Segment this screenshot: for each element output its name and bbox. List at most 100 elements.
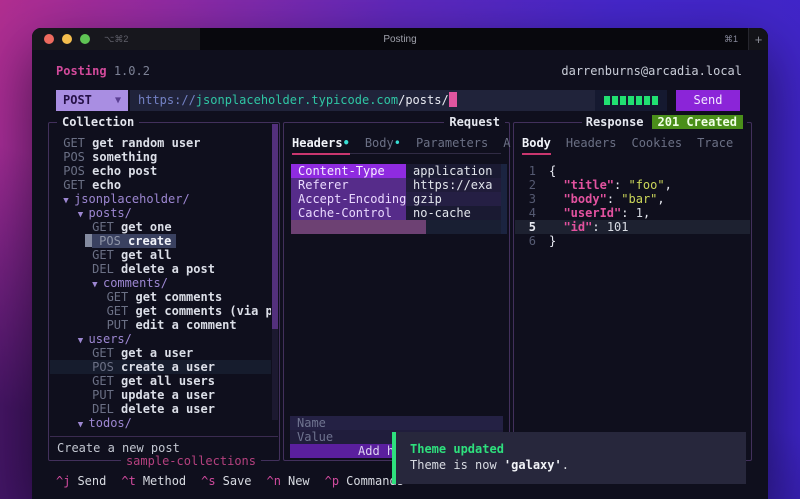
tree-item[interactable]: GET get all <box>50 248 271 262</box>
request-description: Create a new post <box>57 441 180 455</box>
main-panels: Collection GET get random user POS somet… <box>48 122 752 461</box>
activity-block <box>628 96 634 105</box>
line-number: 4 <box>522 206 536 220</box>
line-number: 6 <box>522 234 536 248</box>
tree-item[interactable]: GET get a user <box>50 346 271 360</box>
response-panel: Response 201 Created BodyHeadersCookiesT… <box>513 122 752 461</box>
activity-block <box>620 96 626 105</box>
tree-item[interactable]: POS something <box>50 150 271 164</box>
tree-folder[interactable]: ▼ comments/ <box>50 276 271 290</box>
response-tab-headers[interactable]: Headers <box>566 136 617 153</box>
keybinding-send[interactable]: ^jSend <box>56 474 106 488</box>
tree-item[interactable]: POS echo post <box>50 164 271 178</box>
toast-notification: Theme updated Theme is now 'galaxy'. <box>392 432 746 484</box>
chevron-expanded-icon: ▼ <box>78 336 89 346</box>
url-path: /posts/ <box>398 93 449 107</box>
tree-folder[interactable]: ▼ todos/ <box>50 416 271 430</box>
request-tab-headers[interactable]: Headers• <box>292 136 350 153</box>
activity-indicator <box>595 90 667 111</box>
line-number: 5 <box>522 220 536 234</box>
activity-block <box>644 96 650 105</box>
tree-item[interactable]: GET get all users <box>50 374 271 388</box>
close-window-button[interactable] <box>44 34 54 44</box>
tree-folder[interactable]: ▼ users/ <box>50 332 271 346</box>
app-version: 1.0.2 <box>114 64 150 78</box>
response-tabs: Body Headers Cookies Trace <box>522 136 743 154</box>
minimize-window-button[interactable] <box>62 34 72 44</box>
response-body-viewer[interactable]: 1{2 "title": "foo",3 "body": "bar",4 "us… <box>515 164 750 248</box>
tree-item[interactable]: GET get comments <box>50 290 271 304</box>
send-button[interactable]: Send <box>676 90 740 111</box>
tree-item[interactable]: POS create a user <box>50 360 271 374</box>
zoom-window-button[interactable] <box>80 34 90 44</box>
header-row[interactable]: Accept-Encodinggzip <box>291 192 501 206</box>
tree-folder[interactable]: ▼ posts/ <box>50 206 271 220</box>
headers-table-scrollbar[interactable] <box>501 164 507 234</box>
url-bar: POST ▼ https://jsonplaceholder.typicode.… <box>56 90 740 111</box>
header-value-cell: no-cache <box>406 206 501 220</box>
window-shortcut-label: ⌘1 <box>724 34 738 45</box>
request-tab-a[interactable]: A <box>503 136 510 153</box>
chevron-down-icon: ▼ <box>115 90 121 111</box>
tree-item[interactable]: DEL delete a post <box>50 262 271 276</box>
titlebar: ⌥⌘2 Posting ⌘1 + <box>32 28 768 50</box>
collection-panel: Collection GET get random user POS somet… <box>48 122 280 461</box>
response-body-line: 5 "id": 101 <box>515 220 750 234</box>
tree-item[interactable]: POS create <box>50 234 271 248</box>
keybinding-method[interactable]: ^tMethod <box>121 474 186 488</box>
toast-title: Theme updated <box>410 441 746 457</box>
header-row[interactable]: Cache-Controlno-cache <box>291 206 501 220</box>
keybinding-new[interactable]: ^nNew <box>267 474 310 488</box>
line-number: 3 <box>522 192 536 206</box>
header-row[interactable]: Refererhttps://exa <box>291 178 501 192</box>
line-number: 1 <box>522 164 536 178</box>
status-badge: 201 Created <box>652 115 743 129</box>
chevron-expanded-icon: ▼ <box>78 210 89 220</box>
response-tab-body[interactable]: Body <box>522 136 551 153</box>
response-body-line: 3 "body": "bar", <box>515 192 750 206</box>
tree-folder[interactable]: ▼ jsonplaceholder/ <box>50 192 271 206</box>
activity-block <box>612 96 618 105</box>
tree-item[interactable]: DEL delete a user <box>50 402 271 416</box>
terminal-window: ⌥⌘2 Posting ⌘1 + Posting 1.0.2 darrenbur… <box>32 28 768 499</box>
http-method-value: POST <box>63 90 92 111</box>
text-cursor <box>449 92 457 107</box>
response-panel-header: Response 201 Created <box>582 115 747 129</box>
http-method-select[interactable]: POST ▼ <box>56 90 128 111</box>
header-name-cell: Content-Type <box>291 164 406 178</box>
collection-scrollbar[interactable] <box>272 124 278 420</box>
tree-item[interactable]: GET get random user <box>50 136 271 150</box>
app-name: Posting <box>56 64 107 78</box>
keybinding-save[interactable]: ^sSave <box>201 474 251 488</box>
collection-panel-title: Collection <box>57 115 139 129</box>
header-name-cell: Cache-Control <box>291 206 406 220</box>
request-tab-body[interactable]: Body• <box>365 136 401 153</box>
tree-item[interactable]: PUT edit a comment <box>50 318 271 332</box>
tab-shortcut-label: ⌥⌘2 <box>104 34 128 45</box>
response-tab-trace[interactable]: Trace <box>697 136 733 153</box>
request-panel-title: Request <box>444 115 505 129</box>
header-value-cell: https://exa <box>406 178 501 192</box>
collection-scrollbar-thumb[interactable] <box>272 124 278 329</box>
url-scheme: https:// <box>138 93 196 107</box>
new-tab-button[interactable]: + <box>748 28 768 50</box>
header-row[interactable]: Content-Typeapplication <box>291 164 501 178</box>
request-tab-parameters[interactable]: Parameters <box>416 136 488 153</box>
activity-block <box>636 96 642 105</box>
tree-item[interactable]: PUT update a user <box>50 388 271 402</box>
user-host: darrenburns@arcadia.local <box>561 64 742 78</box>
response-tab-cookies[interactable]: Cookies <box>631 136 682 153</box>
tree-cursor <box>85 234 92 247</box>
posting-app: Posting 1.0.2 darrenburns@arcadia.local … <box>32 50 768 499</box>
request-headers-table: Content-TypeapplicationRefererhttps://ex… <box>291 164 501 234</box>
traffic-lights <box>44 34 90 44</box>
tree-item[interactable]: GET echo <box>50 178 271 192</box>
toast-highlight: 'galaxy' <box>504 458 562 472</box>
tree-item[interactable]: GET get one <box>50 220 271 234</box>
active-terminal-tab[interactable]: ⌥⌘2 <box>32 28 200 50</box>
tree-item[interactable]: GET get comments (via p <box>50 304 271 318</box>
line-number: 2 <box>522 178 536 192</box>
header-name-cell: Accept-Encoding <box>291 192 406 206</box>
header-name-input[interactable]: Name <box>290 416 503 430</box>
url-input[interactable]: https://jsonplaceholder.typicode.com/pos… <box>130 90 595 111</box>
